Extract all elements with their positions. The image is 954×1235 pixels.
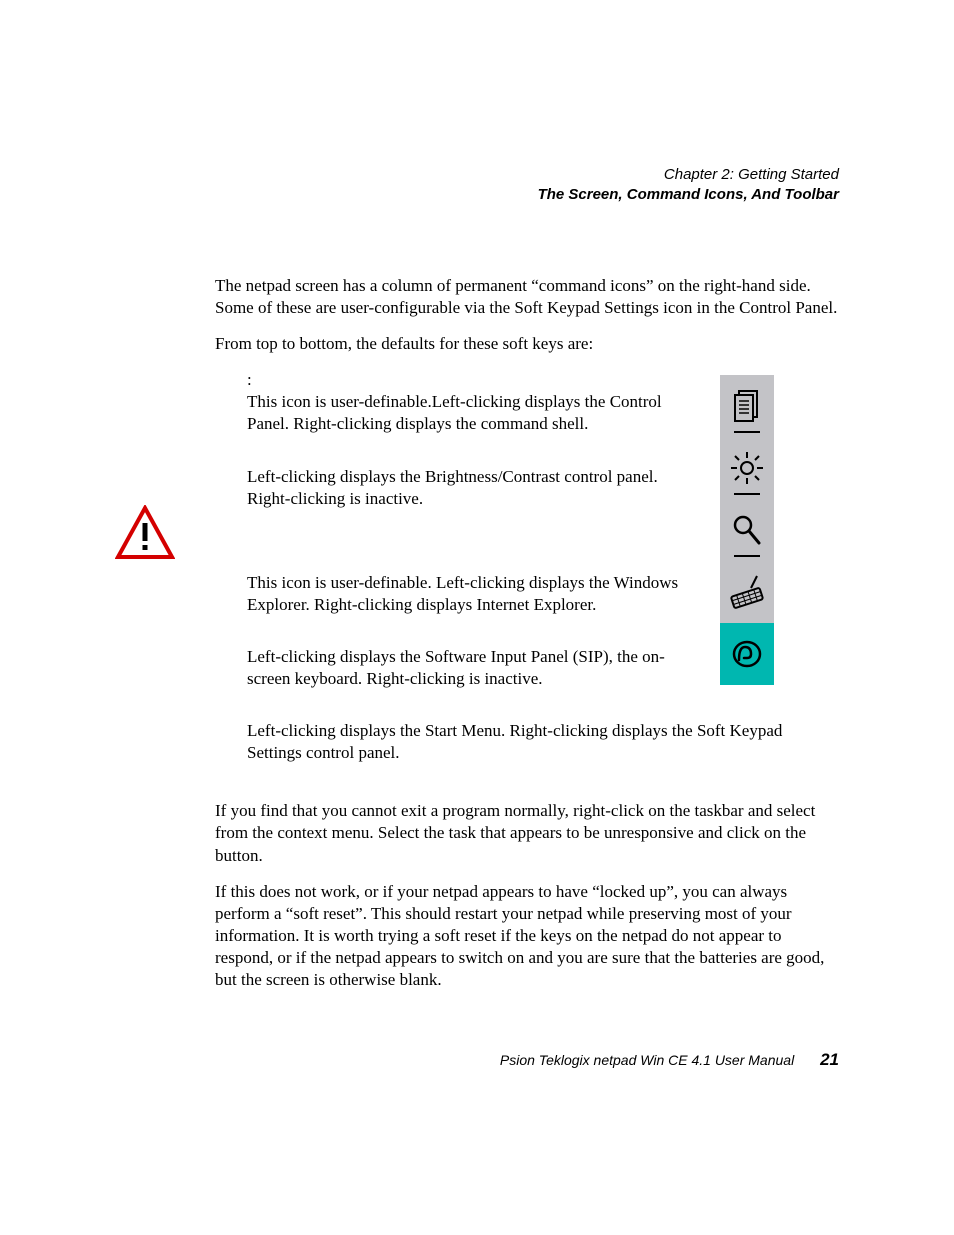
intro-para-1: The netpad screen has a column of perman…: [215, 275, 840, 319]
intro-para-2: From top to bottom, the defaults for the…: [215, 333, 840, 355]
softkey-item-explorer: This icon is user-definable. Left-clicki…: [247, 572, 680, 616]
body-text: The netpad screen has a column of perman…: [215, 275, 840, 1005]
softkey-desc: Left-clicking displays the Software Inpu…: [247, 646, 680, 690]
manual-page: Chapter 2: Getting Started The Screen, C…: [0, 0, 954, 1235]
softkey-item-backlight: Left-clicking displays the Brightness/Co…: [247, 466, 680, 510]
page-footer: Psion Teklogix netpad Win CE 4.1 User Ma…: [500, 1050, 839, 1070]
warning-icon: [115, 505, 175, 560]
softkey-item-keyboard: Left-clicking displays the Software Inpu…: [247, 646, 680, 690]
softkey-item-system: : This icon is user-definable.Left-click…: [247, 369, 680, 435]
page-number: 21: [820, 1050, 839, 1069]
softkey-desc: This icon is user-definable.Left-clickin…: [247, 391, 680, 435]
trouble-para-1: If you find that you cannot exit a progr…: [215, 800, 840, 866]
softkey-desc: Left-clicking displays the Start Menu. R…: [247, 720, 840, 764]
chapter-line: Chapter 2: Getting Started: [538, 165, 839, 185]
softkey-item-start: Left-clicking displays the Start Menu. R…: [247, 720, 840, 764]
manual-title: Psion Teklogix netpad Win CE 4.1 User Ma…: [500, 1052, 794, 1068]
softkey-desc: This icon is user-definable. Left-clicki…: [247, 572, 680, 616]
section-line: The Screen, Command Icons, And Toolbar: [538, 185, 839, 205]
softkey-list: : This icon is user-definable.Left-click…: [247, 369, 680, 764]
trouble-para-2: If this does not work, or if your netpad…: [215, 881, 840, 991]
softkey-desc: Left-clicking displays the Brightness/Co…: [247, 466, 680, 510]
running-header: Chapter 2: Getting Started The Screen, C…: [538, 165, 839, 206]
